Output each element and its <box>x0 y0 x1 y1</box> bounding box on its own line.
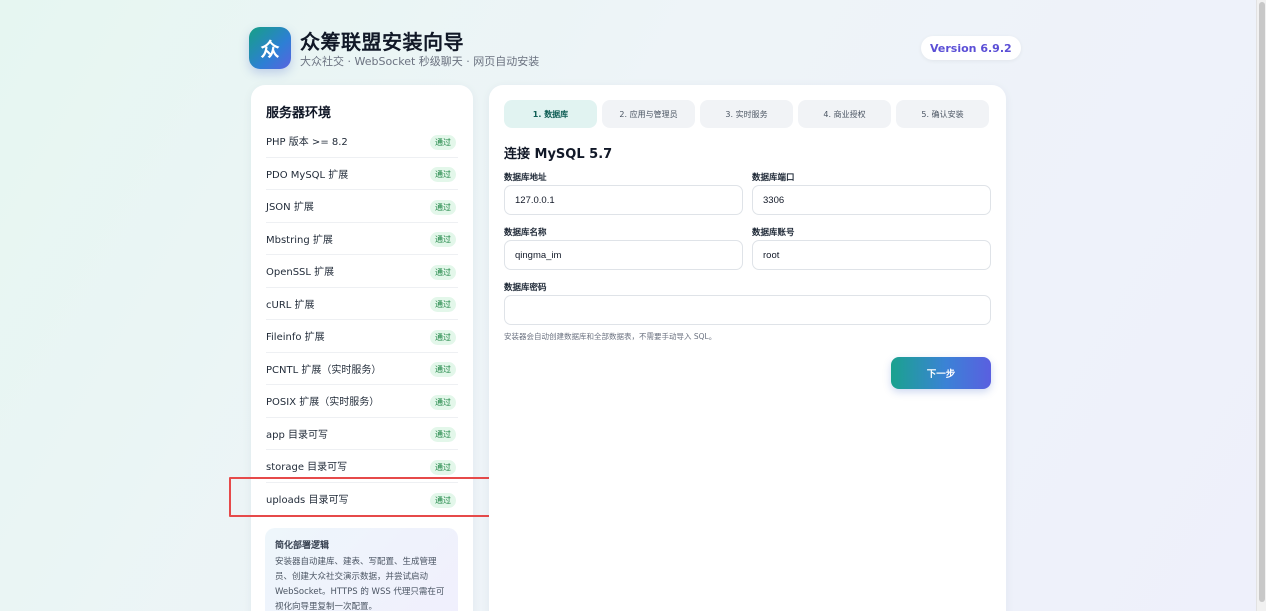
status-badge: 通过 <box>430 459 456 475</box>
db-password-label: 数据库密码 <box>504 283 547 293</box>
install-main-panel: 1. 数据库 2. 应用与管理员 3. 实时服务 4. 商业授权 5. 确认安装 连接 … <box>489 85 1006 611</box>
db-name-input[interactable] <box>504 240 743 270</box>
db-host-input[interactable] <box>504 185 743 215</box>
status-badge: 通过 <box>430 297 456 313</box>
env-check-row: Mbstring 扩展 通过 <box>266 223 458 255</box>
env-check-row: cURL 扩展 通过 <box>266 288 458 320</box>
page-title: 众筹联盟安装向导 <box>300 30 464 54</box>
env-check-label: PHP 版本 >= 8.2 <box>266 137 348 149</box>
status-badge: 通过 <box>430 199 456 215</box>
version-badge: Version 6.9.2 <box>921 36 1021 60</box>
server-environment-panel: 服务器环境 PHP 版本 >= 8.2 通过 PDO MySQL 扩展 通过 JSON … <box>251 85 473 611</box>
status-badge: 通过 <box>430 167 456 183</box>
status-badge: 通过 <box>430 362 456 378</box>
step-tab-4[interactable]: 4. 商业授权 <box>798 100 891 128</box>
env-check-row: uploads 目录可写 通过 <box>266 483 458 516</box>
page-subtitle: 大众社交 · WebSocket 秒级聊天 · 网页自动安装 <box>300 55 540 68</box>
scrollbar-thumb[interactable] <box>1259 2 1265 602</box>
status-badge: 通过 <box>430 264 456 280</box>
install-steps: 1. 数据库 2. 应用与管理员 3. 实时服务 4. 商业授权 5. 确认安装 <box>504 100 989 128</box>
status-badge: 通过 <box>430 394 456 410</box>
env-check-label: uploads 目录可写 <box>266 495 349 507</box>
page-scrollbar[interactable] <box>1256 0 1266 611</box>
brand-logo: 众 <box>249 27 291 69</box>
env-check-row: JSON 扩展 通过 <box>266 190 458 223</box>
deploy-note-body: 安装器自动建库、建表、写配置、生成管理员、创建大众社交演示数据，并尝试启动 We… <box>275 557 445 611</box>
server-environment-title: 服务器环境 <box>266 106 332 121</box>
env-check-label: OpenSSL 扩展 <box>266 267 335 279</box>
env-check-row: PDO MySQL 扩展 通过 <box>266 158 458 190</box>
env-check-row: storage 目录可写 通过 <box>266 450 458 483</box>
form-hint: 安装器会自动创建数据库和全部数据表，不需要手动导入 SQL。 <box>504 332 717 341</box>
env-check-label: PCNTL 扩展（实时服务） <box>266 364 382 376</box>
env-check-label: cURL 扩展 <box>266 299 315 311</box>
db-port-label: 数据库端口 <box>752 173 795 183</box>
status-badge: 通过 <box>430 427 456 443</box>
deploy-note-title: 简化部署逻辑 <box>275 541 330 551</box>
env-check-label: Mbstring 扩展 <box>266 234 333 246</box>
env-check-row: OpenSSL 扩展 通过 <box>266 255 458 288</box>
db-host-label: 数据库地址 <box>504 173 547 183</box>
step-tab-3[interactable]: 3. 实时服务 <box>700 100 793 128</box>
db-port-input[interactable] <box>752 185 991 215</box>
status-badge: 通过 <box>430 329 456 345</box>
step-tab-5[interactable]: 5. 确认安装 <box>896 100 989 128</box>
env-check-row: app 目录可写 通过 <box>266 418 458 450</box>
step-tab-1[interactable]: 1. 数据库 <box>504 100 597 128</box>
status-badge: 通过 <box>430 492 456 508</box>
next-step-button[interactable]: 下一步 <box>891 357 991 389</box>
section-title: 连接 MySQL 5.7 <box>504 147 613 162</box>
env-check-row: PHP 版本 >= 8.2 通过 <box>266 125 458 158</box>
env-check-label: Fileinfo 扩展 <box>266 332 325 344</box>
env-check-label: JSON 扩展 <box>266 202 314 214</box>
env-check-row: Fileinfo 扩展 通过 <box>266 320 458 353</box>
status-badge: 通过 <box>430 134 456 150</box>
db-user-input[interactable] <box>752 240 991 270</box>
env-check-label: PDO MySQL 扩展 <box>266 169 349 181</box>
env-check-label: POSIX 扩展（实时服务） <box>266 397 380 409</box>
environment-check-list: PHP 版本 >= 8.2 通过 PDO MySQL 扩展 通过 JSON 扩展 通过 Mb… <box>266 125 458 515</box>
deploy-note-box: 简化部署逻辑 安装器自动建库、建表、写配置、生成管理员、创建大众社交演示数据，并… <box>265 528 458 611</box>
db-name-label: 数据库名称 <box>504 228 547 238</box>
status-badge: 通过 <box>430 232 456 248</box>
env-check-row: PCNTL 扩展（实时服务） 通过 <box>266 353 458 385</box>
db-user-label: 数据库账号 <box>752 228 795 238</box>
env-check-label: app 目录可写 <box>266 429 329 441</box>
step-tab-2[interactable]: 2. 应用与管理员 <box>602 100 695 128</box>
db-password-input[interactable] <box>504 295 991 325</box>
env-check-row: POSIX 扩展（实时服务） 通过 <box>266 385 458 418</box>
env-check-label: storage 目录可写 <box>266 462 348 474</box>
